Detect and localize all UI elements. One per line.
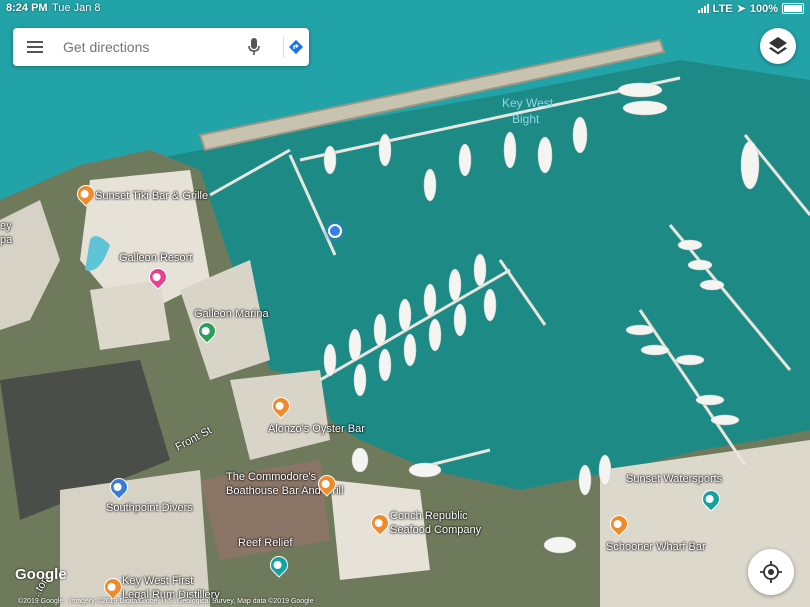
- google-logo: Google: [15, 566, 67, 583]
- place-label-rum-line1[interactable]: Key West First: [122, 575, 193, 587]
- place-label-galleon-resort[interactable]: Galleon Resort: [119, 252, 192, 264]
- place-label-commodore-line1[interactable]: The Commodore's: [226, 471, 316, 483]
- battery-percent: 100%: [749, 2, 778, 15]
- menu-icon[interactable]: [27, 41, 43, 53]
- status-date: Tue Jan 8: [52, 2, 101, 14]
- microphone-icon[interactable]: [246, 37, 262, 57]
- search-placeholder[interactable]: Get directions: [63, 39, 149, 55]
- battery-icon: [782, 3, 804, 14]
- current-location-dot: [328, 224, 342, 238]
- my-location-icon: [760, 561, 782, 583]
- layers-icon: [769, 37, 787, 55]
- place-label-schooner[interactable]: Schooner Wharf Bar: [606, 541, 706, 553]
- network-type: LTE: [712, 2, 733, 15]
- edge-label-2: pa: [0, 234, 13, 246]
- my-location-button[interactable]: [748, 549, 794, 595]
- edge-label-1: ey: [0, 220, 12, 232]
- status-time: 8:24 PM: [6, 2, 48, 14]
- place-label-galleon-marina[interactable]: Galleon Marina: [194, 308, 269, 320]
- place-label-sunset-tiki[interactable]: Sunset Tiki Bar & Grille: [95, 190, 208, 202]
- place-label-reef-relief[interactable]: Reef Relief: [238, 537, 292, 549]
- layers-button[interactable]: [760, 28, 796, 64]
- divider: [283, 36, 284, 58]
- location-arrow-icon: ➤: [736, 3, 746, 15]
- place-label-conch-line1[interactable]: Conch Republic: [390, 510, 468, 522]
- place-label-southpoint[interactable]: Southpoint Divers: [106, 502, 193, 514]
- directions-search-bar[interactable]: Get directions: [13, 28, 309, 66]
- bight-label-2: Bight: [512, 112, 540, 126]
- place-label-sunset-watersports[interactable]: Sunset Watersports: [626, 473, 722, 485]
- map-copyright[interactable]: ©2019 Google · Imagery ©2019 DigitalGlob…: [18, 598, 314, 605]
- place-label-conch-line2[interactable]: Seafood Company: [390, 524, 481, 536]
- place-label-alonzo[interactable]: Alonzo's Oyster Bar: [268, 423, 365, 435]
- cellular-signal-icon: [697, 4, 709, 13]
- bight-label-1: Key West: [502, 96, 554, 110]
- status-bar: 8:24 PM Tue Jan 8 LTE ➤ 100%: [0, 0, 810, 16]
- directions-icon[interactable]: [288, 39, 304, 55]
